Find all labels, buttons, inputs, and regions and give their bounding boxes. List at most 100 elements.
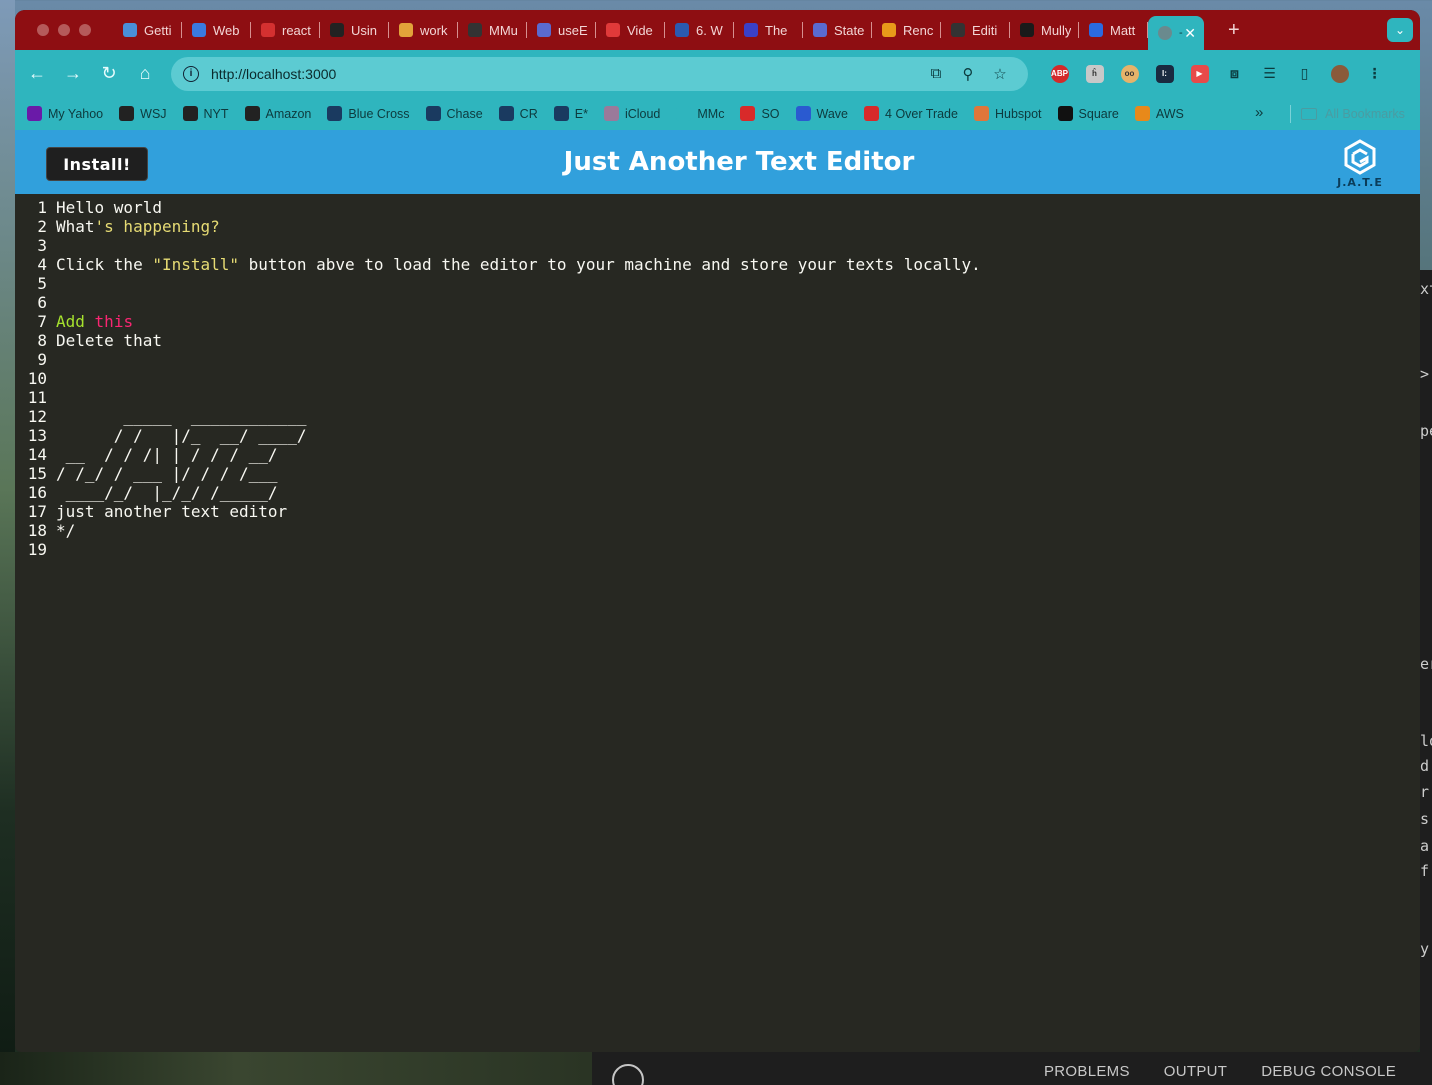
bookmark-item[interactable]: Blue Cross xyxy=(327,106,410,121)
url-text[interactable]: http://localhost:3000 xyxy=(211,66,920,82)
browser-tab[interactable]: Mully xyxy=(1010,10,1079,50)
browser-tab[interactable]: Usin xyxy=(320,10,389,50)
open-external-icon[interactable]: ⧉ xyxy=(920,65,952,82)
line-text[interactable]: */ xyxy=(56,521,1420,540)
browser-tab[interactable]: The xyxy=(734,10,803,50)
browser-tab[interactable]: useE xyxy=(527,10,596,50)
line-text[interactable]: What's happening? xyxy=(56,217,1420,236)
zoom-window-button[interactable] xyxy=(79,24,91,36)
editor-line: 13 / / |/_ __/ ____/ xyxy=(15,426,1420,445)
site-info-icon[interactable]: i xyxy=(183,65,199,82)
account-icon[interactable] xyxy=(606,1052,650,1085)
more-bookmarks-icon[interactable]: » xyxy=(1255,104,1263,121)
line-text[interactable]: Hello world xyxy=(56,198,1420,217)
browser-tab[interactable]: Editi xyxy=(941,10,1010,50)
bookmark-item[interactable]: Amazon xyxy=(244,106,311,121)
bookmark-label: Hubspot xyxy=(994,106,1042,121)
line-text[interactable] xyxy=(56,540,1420,559)
new-tab-button[interactable]: + xyxy=(1228,19,1240,42)
browser-tab[interactable]: State xyxy=(803,10,872,50)
code-editor[interactable]: 1 Hello world 2 What's happening? 3 4 Click th… xyxy=(15,194,1420,1052)
bookmark-item[interactable]: Wave xyxy=(795,106,848,121)
line-text[interactable]: ____/_/ |_/_/ /_____/ xyxy=(56,483,1420,502)
line-text[interactable]: __ / / /| | / / / __/ xyxy=(56,445,1420,464)
puzzle-icon[interactable]: ⧈ xyxy=(1217,65,1252,83)
browser-window: Getti Web react Usin work MMu useE Vide 6. W The S… xyxy=(15,10,1420,1052)
line-text[interactable]: Click the "Install" button abve to load … xyxy=(56,255,1420,274)
line-text[interactable]: / / |/_ __/ ____/ xyxy=(56,426,1420,445)
bookmark-item[interactable]: NYT xyxy=(182,106,229,121)
line-text[interactable] xyxy=(56,236,1420,255)
tab-search-icon[interactable]: ⌄ xyxy=(1387,18,1413,42)
line-number: 13 xyxy=(27,426,47,445)
browser-tab[interactable]: Vide xyxy=(596,10,665,50)
extension-l-icon[interactable]: l: xyxy=(1147,64,1182,83)
line-text[interactable]: Delete that xyxy=(56,331,1420,350)
line-number: 6 xyxy=(37,293,47,312)
adblock-icon[interactable]: ABP xyxy=(1042,64,1077,83)
media-list-icon[interactable]: ☰ xyxy=(1252,65,1287,83)
bookmark-item[interactable]: WSJ xyxy=(119,106,167,121)
back-icon[interactable]: ← xyxy=(19,56,55,92)
browser-tab[interactable]: Getti xyxy=(113,10,182,50)
star-icon[interactable]: ☆ xyxy=(984,65,1016,83)
editor-line: 19 xyxy=(15,540,1420,559)
browser-tab[interactable]: MMu xyxy=(458,10,527,50)
line-text[interactable]: just another text editor xyxy=(56,502,1420,521)
line-text[interactable] xyxy=(56,369,1420,388)
tab-debug-console[interactable]: DEBUG CONSOLE xyxy=(1261,1057,1396,1080)
active-tab[interactable]: - ✕ xyxy=(1148,16,1204,50)
reload-icon[interactable]: ↻ xyxy=(91,56,127,92)
bookmark-item[interactable]: AWS xyxy=(1134,106,1184,121)
bookmark-label: Square xyxy=(1078,106,1119,121)
browser-tab[interactable]: Matt xyxy=(1079,10,1148,50)
zoom-icon[interactable]: ⚲ xyxy=(952,65,984,83)
bookmark-item[interactable]: MMc xyxy=(676,106,724,121)
bookmark-item[interactable]: iCloud xyxy=(603,106,660,121)
browser-tab[interactable]: Web xyxy=(182,10,251,50)
tab-output[interactable]: OUTPUT xyxy=(1164,1057,1227,1080)
logo-hexagon-icon xyxy=(1344,139,1376,175)
tab-problems[interactable]: PROBLEMS xyxy=(1044,1057,1130,1080)
editor-line: 8 Delete that xyxy=(15,331,1420,350)
line-text[interactable]: _____ ____________ xyxy=(56,407,1420,426)
line-text[interactable] xyxy=(56,293,1420,312)
bookmark-item[interactable]: Chase xyxy=(425,106,483,121)
close-tab-icon[interactable]: ✕ xyxy=(1184,25,1196,42)
menu-icon[interactable]: ⋮ xyxy=(1357,65,1392,83)
bookmark-item[interactable]: 4 Over Trade xyxy=(864,106,958,121)
browser-tab[interactable]: work xyxy=(389,10,458,50)
browser-tab[interactable]: Renc xyxy=(872,10,941,50)
browser-tab[interactable]: react xyxy=(251,10,320,50)
side-panel-icon[interactable]: ▯ xyxy=(1287,65,1322,83)
bookmark-item[interactable]: Hubspot xyxy=(973,106,1042,121)
line-text[interactable]: / /_/ / ___ |/ / / /___ xyxy=(56,464,1420,483)
home-icon[interactable]: ⌂ xyxy=(127,56,163,92)
extension-h-icon[interactable]: ĥ xyxy=(1077,64,1112,83)
forward-icon[interactable]: → xyxy=(55,56,91,92)
tab-label: The xyxy=(765,22,788,38)
editor-line: 10 xyxy=(15,369,1420,388)
bookmark-item[interactable]: CR xyxy=(498,106,538,121)
bookmark-item[interactable]: Square xyxy=(1057,106,1119,121)
minimize-window-button[interactable] xyxy=(58,24,70,36)
eyes-icon[interactable]: oo xyxy=(1112,64,1147,83)
editor-line: 9 xyxy=(15,350,1420,369)
bookmark-item[interactable]: E* xyxy=(553,106,588,121)
panel-tabs: PROBLEMS OUTPUT DEBUG CONSOLE xyxy=(1044,1057,1432,1080)
install-button[interactable]: Install! xyxy=(46,147,148,181)
browser-tab[interactable]: 6. W xyxy=(665,10,734,50)
bookmark-item[interactable]: My Yahoo xyxy=(27,106,103,121)
address-bar[interactable]: i http://localhost:3000 ⧉ ⚲ ☆ xyxy=(171,56,1028,91)
line-text[interactable] xyxy=(56,388,1420,407)
line-text[interactable] xyxy=(56,350,1420,369)
chrome-icon xyxy=(399,23,413,37)
editor-line: 12 _____ ____________ xyxy=(15,407,1420,426)
profile-avatar[interactable] xyxy=(1322,64,1357,83)
line-text[interactable] xyxy=(56,274,1420,293)
video-record-icon[interactable]: ▶ xyxy=(1182,64,1217,83)
all-bookmarks-button[interactable]: All Bookmarks xyxy=(1301,97,1405,130)
close-window-button[interactable] xyxy=(37,24,49,36)
line-text[interactable]: Add this xyxy=(56,312,1420,331)
bookmark-item[interactable]: SO xyxy=(740,106,780,121)
